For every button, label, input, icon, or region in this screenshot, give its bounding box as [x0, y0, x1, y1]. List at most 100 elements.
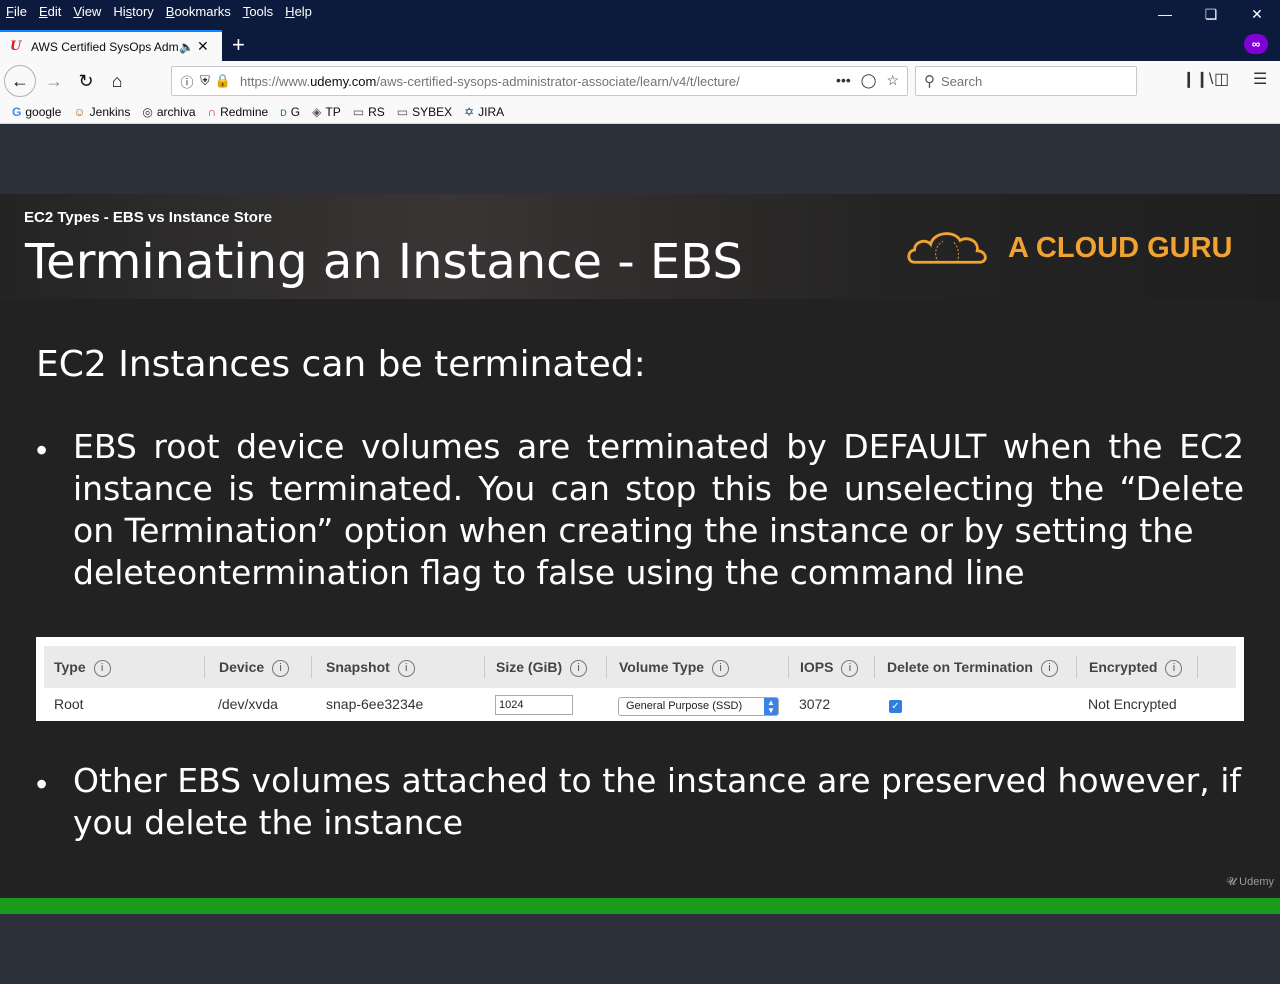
bullet-2-last-line: you delete the instance [73, 803, 464, 842]
info-icon[interactable]: i [1040, 659, 1058, 677]
url-domain: udemy.com [310, 73, 377, 89]
bullet-2-main: Other EBS volumes attached to the instan… [73, 761, 1241, 800]
select-arrows-icon: ▲ ▼ [764, 698, 778, 715]
private-browsing-icon: ∞ [1244, 34, 1268, 54]
header-volume-type: Volume Type i [619, 646, 730, 688]
forward-button[interactable]: → [38, 65, 70, 97]
bookmark-label: RS [368, 105, 385, 119]
bookmark-archiva[interactable]: ◎ archiva [142, 105, 195, 119]
bookmark-redmine[interactable]: ∩ Redmine [208, 105, 269, 119]
search-input[interactable]: ⚲ Search [915, 66, 1137, 96]
video-stage: EC2 Types - EBS vs Instance Store Termin… [0, 124, 1280, 984]
jenkins-icon: ☺ [73, 105, 86, 119]
cell-snapshot: snap-6ee3234e [326, 696, 424, 712]
google-icon: G [12, 105, 22, 119]
active-tab[interactable]: U AWS Certified SysOps Admini 🔈 ✕ [0, 30, 222, 61]
size-input[interactable]: 1024 [495, 695, 573, 715]
new-tab-button[interactable]: + [232, 32, 245, 58]
lock-icon[interactable]: 🔒 [214, 73, 232, 89]
bookmark-rs[interactable]: ▭ RS [353, 105, 385, 119]
search-placeholder: Search [941, 73, 983, 89]
bullet-1-main: EBS root device volumes are terminated b… [73, 427, 1244, 550]
column-divider [311, 656, 312, 678]
menu-item[interactable]: Edit [33, 2, 67, 22]
header-delete-on-termination: Delete on Termination i [887, 646, 1058, 688]
menu-item[interactable]: File [0, 2, 33, 22]
volume-type-select[interactable]: General Purpose (SSD) ▲ ▼ [618, 697, 779, 716]
url-text[interactable]: https://www.udemy.com/aws-certified-syso… [240, 74, 788, 89]
column-divider [1076, 656, 1077, 678]
reload-button[interactable]: ↻ [70, 65, 102, 97]
video-progress-bar[interactable] [0, 898, 1280, 914]
info-icon[interactable]: i [841, 659, 859, 677]
info-icon[interactable]: i [712, 659, 730, 677]
info-icon[interactable]: i [93, 659, 111, 677]
info-icon[interactable]: i [1165, 659, 1183, 677]
column-divider [606, 656, 607, 678]
column-divider [204, 656, 205, 678]
cell-device: /dev/xvda [218, 696, 278, 712]
menu-item[interactable]: History [107, 2, 159, 22]
bullet-text-1: EBS root device volumes are terminated b… [73, 426, 1244, 594]
tab-strip: U AWS Certified SysOps Admini 🔈 ✕ + ∞ [0, 24, 1280, 61]
close-tab-icon[interactable]: ✕ [197, 38, 213, 55]
bullet-text-2: Other EBS volumes attached to the instan… [73, 760, 1244, 844]
bookmark-jenkins[interactable]: ☺ Jenkins [73, 105, 130, 119]
page-actions-icon[interactable]: ••• [836, 72, 851, 89]
info-icon[interactable]: i [272, 659, 290, 677]
bookmark-label: google [25, 105, 62, 119]
table-header: Type i Device i Snapshot i Size (GiB) i Volu… [44, 646, 1236, 688]
bullet-marker: • [36, 432, 48, 468]
bookmark-tp[interactable]: ◈ TP [312, 105, 341, 119]
address-bar[interactable]: ⓘ ⛨ 🔒 https://www.udemy.com/aws-certifie… [171, 66, 908, 96]
cell-encrypted: Not Encrypted [1088, 696, 1177, 712]
cell-iops: 3072 [799, 696, 831, 712]
menu-item[interactable]: Help [279, 2, 318, 22]
bookmark-google[interactable]: Ggoogle [12, 105, 61, 119]
sidebar-icon[interactable]: ◫ [1214, 69, 1229, 89]
bookmark-label: archiva [156, 105, 196, 119]
menu-item[interactable]: Tools [237, 2, 279, 22]
bullet-marker: • [36, 766, 48, 802]
slide-heading: EC2 Instances can be terminated: [36, 344, 646, 385]
globe-icon: ◎ [142, 105, 153, 119]
speaker-icon[interactable]: 🔈 [179, 40, 195, 54]
bookmark-jira[interactable]: ✡ JIRA [464, 105, 504, 119]
hamburger-menu-icon[interactable]: ☰ [1253, 69, 1267, 89]
library-icon[interactable]: ❙❙\ [1182, 69, 1213, 89]
bookmark-g[interactable]: ᴅG [280, 105, 300, 119]
info-icon[interactable]: i [570, 659, 588, 677]
home-button[interactable]: ⌂ [101, 65, 133, 97]
udemy-watermark: 𝓤 Udemy [1226, 876, 1274, 888]
slide-subtitle: EC2 Types - EBS vs Instance Store [24, 209, 273, 226]
column-divider [1197, 656, 1198, 678]
bookmark-label: G [290, 105, 301, 119]
slide-banner: EC2 Types - EBS vs Instance Store Termin… [0, 194, 1280, 299]
bullet-1-last-line: deleteontermination flag to false using … [73, 553, 1025, 592]
url-prefix: https://www. [240, 73, 311, 89]
block-device-table: Type i Device i Snapshot i Size (GiB) i Volu… [36, 637, 1244, 721]
bookmark-label: Jenkins [89, 105, 131, 119]
slide-title: Terminating an Instance - EBS [25, 234, 743, 290]
pocket-icon[interactable]: ◯ [861, 72, 877, 89]
column-divider [788, 656, 789, 678]
bookmark-label: TP [325, 105, 341, 119]
back-button[interactable]: ← [4, 65, 36, 97]
udemy-favicon-icon: U [10, 39, 22, 54]
bookmark-star-icon[interactable]: ☆ [886, 72, 899, 89]
bookmark-label: SYBEX [412, 105, 453, 119]
column-divider [874, 656, 875, 678]
menu-item[interactable]: View [67, 2, 107, 22]
delete-on-termination-checkbox[interactable]: ✓ [889, 700, 902, 713]
header-type: Type i [54, 646, 111, 688]
brand-name: A CLOUD GURU [1008, 232, 1233, 264]
menu-item[interactable]: Bookmarks [160, 2, 237, 22]
cell-type: Root [54, 696, 84, 712]
header-device: Device i [219, 646, 290, 688]
bookmark-sybex[interactable]: ▭ SYBEX [397, 105, 452, 119]
tracking-shield-icon[interactable]: ⛨ [196, 73, 214, 89]
info-icon[interactable]: ⓘ [178, 72, 196, 91]
volume-type-value: General Purpose (SSD) [626, 700, 743, 712]
info-icon[interactable]: i [397, 659, 415, 677]
column-divider [484, 656, 485, 678]
